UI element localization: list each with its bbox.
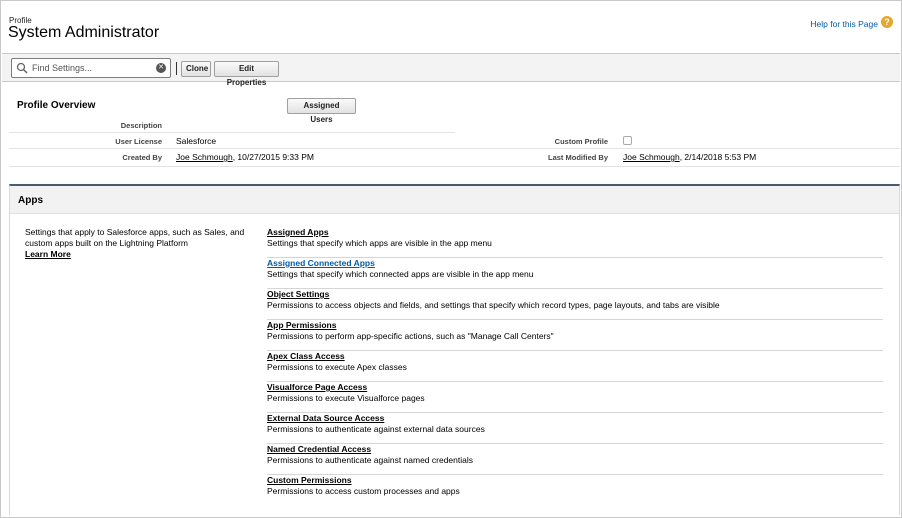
description-label: Description <box>120 121 162 130</box>
clear-icon[interactable]: ✕ <box>156 63 166 73</box>
app-item-assigned-connected-apps: Assigned Connected Apps Settings that sp… <box>267 258 883 289</box>
search-box[interactable]: ✕ <box>11 58 171 78</box>
help-link[interactable]: Help for this Page <box>810 19 878 29</box>
last-modified-label: Last Modified By <box>547 153 608 162</box>
app-item-object-settings: Object Settings Permissions to access ob… <box>267 289 883 320</box>
search-icon <box>16 62 28 74</box>
app-item-assigned-apps: Assigned Apps Settings that specify whic… <box>267 227 883 258</box>
clone-button[interactable]: Clone <box>181 61 211 77</box>
app-item-external-data-source-access: External Data Source Access Permissions … <box>267 413 883 444</box>
app-item-named-credential-access: Named Credential Access Permissions to a… <box>267 444 883 475</box>
app-item-desc: Permissions to perform app-specific acti… <box>267 331 554 341</box>
app-item-desc: Permissions to execute Apex classes <box>267 362 407 372</box>
user-license-label: User License <box>115 137 162 146</box>
apps-section-header: Apps <box>10 186 899 214</box>
app-item-app-permissions: App Permissions Permissions to perform a… <box>267 320 883 351</box>
app-item-desc: Permissions to authenticate against name… <box>267 455 474 465</box>
apps-description: Settings that apply to Salesforce apps, … <box>25 227 245 248</box>
custom-profile-checkbox <box>623 136 632 145</box>
apps-section-title: Apps <box>18 195 43 206</box>
edit-properties-button[interactable]: Edit Properties <box>214 61 279 87</box>
created-by-user-link[interactable]: Joe Schmough <box>176 152 233 162</box>
row-divider <box>9 166 900 167</box>
app-item-title[interactable]: App Permissions <box>267 320 336 330</box>
toolbar-divider <box>176 62 177 75</box>
app-item-title[interactable]: Object Settings <box>267 289 329 299</box>
assigned-users-button[interactable]: Assigned Users <box>287 98 356 124</box>
created-by-label: Created By <box>122 153 162 162</box>
app-item-title[interactable]: External Data Source Access <box>267 413 384 423</box>
search-input[interactable] <box>32 61 152 75</box>
page-title: System Administrator <box>8 24 160 41</box>
page-frame: Profile System Administrator Help for th… <box>0 0 902 518</box>
app-item-desc: Permissions to access custom processes a… <box>267 486 460 496</box>
custom-profile-label: Custom Profile <box>554 137 608 146</box>
row-divider <box>9 148 900 149</box>
app-item-title[interactable]: Visualforce Page Access <box>267 382 367 392</box>
app-item-custom-permissions: Custom Permissions Permissions to access… <box>267 475 883 506</box>
learn-more-link[interactable]: Learn More <box>25 249 71 259</box>
created-by-value: Joe Schmough, 10/27/2015 9:33 PM <box>176 152 314 162</box>
app-item-desc: Permissions to access objects and fields… <box>267 300 720 310</box>
app-item-desc: Permissions to execute Visualforce pages <box>267 393 425 403</box>
app-item-title[interactable]: Named Credential Access <box>267 444 371 454</box>
question-circle-icon[interactable]: ? <box>881 16 893 28</box>
user-license-value: Salesforce <box>176 136 217 146</box>
last-modified-date: , 2/14/2018 5:53 PM <box>679 152 757 162</box>
app-item-visualforce-page-access: Visualforce Page Access Permissions to e… <box>267 382 883 413</box>
last-modified-value: Joe Schmough, 2/14/2018 5:53 PM <box>623 152 756 162</box>
app-item-apex-class-access: Apex Class Access Permissions to execute… <box>267 351 883 382</box>
app-item-title[interactable]: Assigned Apps <box>267 227 329 237</box>
app-item-desc: Settings that specify which connected ap… <box>267 269 534 279</box>
created-by-date: , 10/27/2015 9:33 PM <box>232 152 314 162</box>
app-item-title[interactable]: Assigned Connected Apps <box>267 258 375 268</box>
app-item-desc: Permissions to authenticate against exte… <box>267 424 485 434</box>
row-divider <box>9 132 455 133</box>
app-item-desc: Settings that specify which apps are vis… <box>267 238 492 248</box>
last-modified-user-link[interactable]: Joe Schmough <box>623 152 680 162</box>
profile-overview-title: Profile Overview <box>17 100 96 111</box>
toolbar: ✕ Clone Edit Properties <box>2 53 900 87</box>
app-item-title[interactable]: Custom Permissions <box>267 475 352 485</box>
app-item-title[interactable]: Apex Class Access <box>267 351 345 361</box>
